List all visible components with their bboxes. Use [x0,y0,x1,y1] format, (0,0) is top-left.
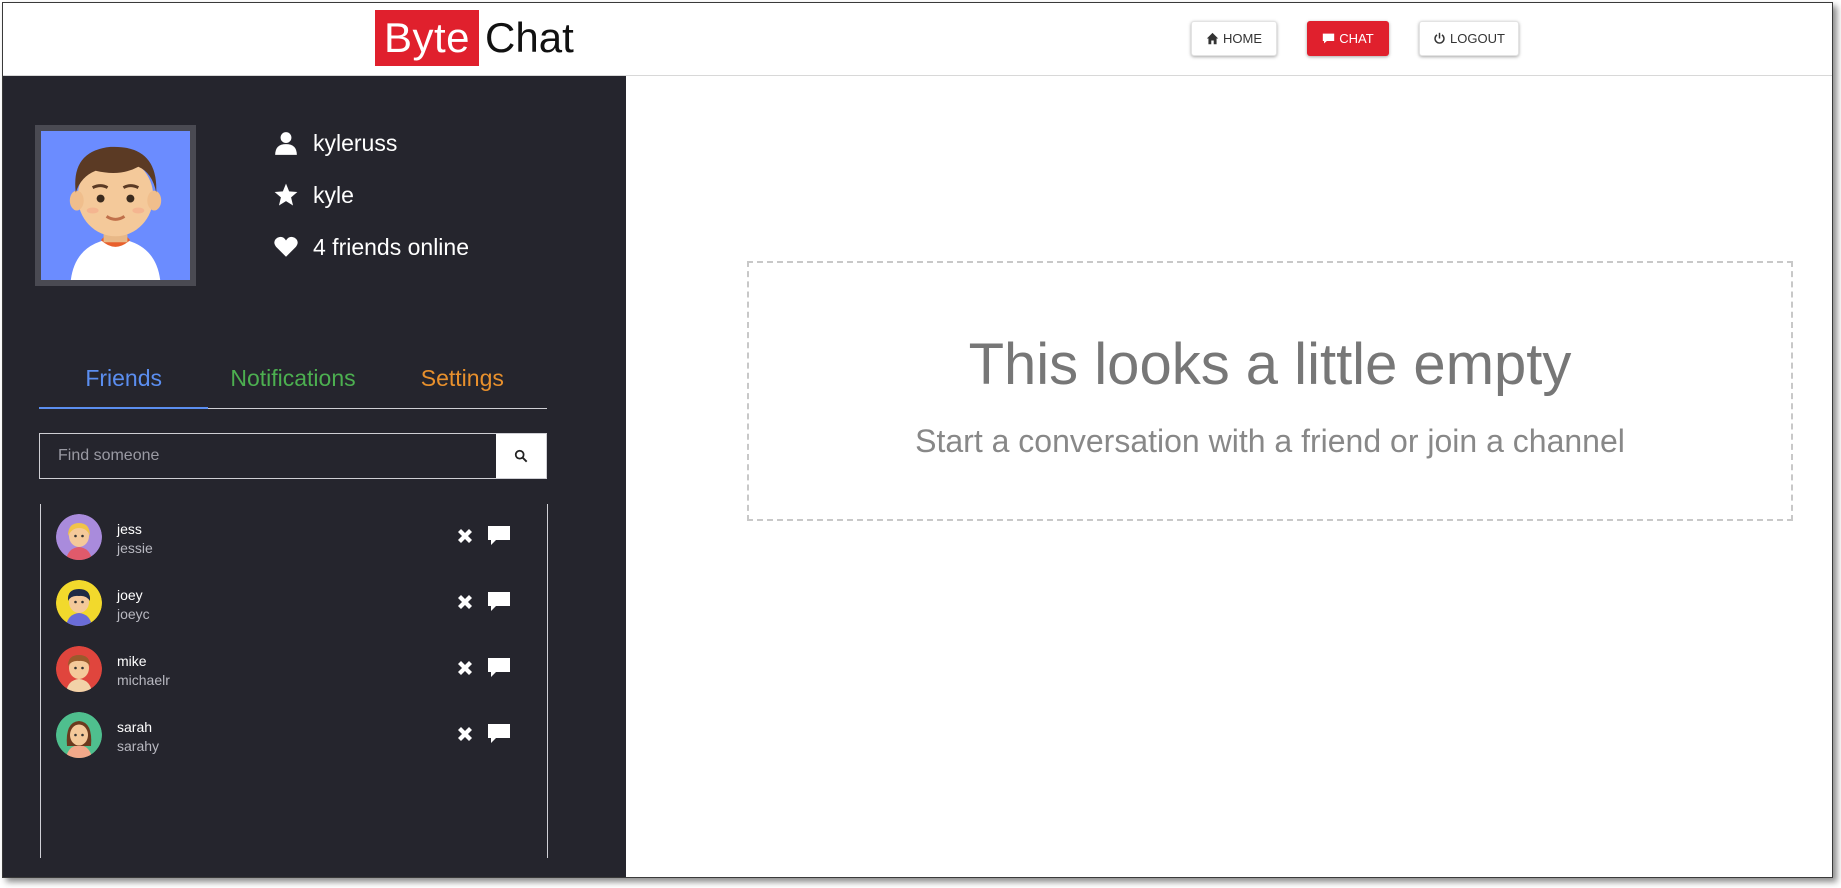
profile-username-row: kyleruss [271,128,397,158]
logo-byte: Byte [375,10,480,66]
remove-friend-icon[interactable] [455,658,475,678]
remove-friend-icon[interactable] [455,592,475,612]
logout-button[interactable]: LOGOUT [1419,21,1519,56]
friend-search [39,433,547,479]
friend-username: michaelr [117,672,170,688]
search-button[interactable] [496,434,546,478]
star-icon [271,180,301,210]
friend-name: jess [117,521,142,537]
profile-displayname: kyle [313,181,354,208]
search-input[interactable] [40,434,496,478]
tab-settings[interactable]: Settings [378,348,547,408]
empty-state-panel: This looks a little empty Start a conver… [747,261,1793,521]
home-button[interactable]: HOME [1191,21,1277,56]
chat-icon [1323,33,1335,44]
list-item[interactable]: jess jessie [41,507,547,567]
list-item[interactable]: joey joeyc [41,573,547,633]
power-icon [1434,32,1445,44]
chat-label: CHAT [1339,31,1374,46]
list-item[interactable]: sarah sarahy [41,705,547,765]
logo-chat: Chat [485,14,574,61]
bytechat-logo[interactable]: Byte Chat [375,10,574,66]
message-friend-icon[interactable] [487,657,511,679]
heart-icon [271,232,301,262]
remove-friend-icon[interactable] [455,724,475,744]
friend-name: joey [117,587,143,603]
remove-friend-icon[interactable] [455,526,475,546]
friends-list: jess jessie joey joeyc mike michaelr sar… [40,504,548,858]
profile-online-row: 4 friends online [271,232,469,262]
friend-name: mike [117,653,147,669]
message-friend-icon[interactable] [487,525,511,547]
top-navbar: Byte Chat HOME CHAT LOGOUT [3,3,1832,76]
avatar[interactable] [56,646,102,692]
sidebar-tabs: Friends Notifications Settings [39,348,547,409]
friend-username: joeyc [117,606,150,622]
avatar[interactable] [56,514,102,560]
friend-name: sarah [117,719,153,735]
online-count: 4 friends online [313,233,469,260]
chat-button[interactable]: CHAT [1307,21,1389,56]
profile-avatar[interactable] [35,125,196,286]
profile-username: kyleruss [313,129,398,156]
user-icon [271,128,301,158]
friend-username: jessie [117,540,153,556]
empty-state-title: This looks a little empty [968,332,1572,397]
logout-label: LOGOUT [1450,31,1505,46]
message-friend-icon[interactable] [487,591,511,613]
sidebar: kyleruss kyle 4 friends online Friends N… [3,76,626,877]
boy-avatar-illustration [41,131,190,280]
list-item[interactable]: mike michaelr [41,639,547,699]
message-friend-icon[interactable] [487,723,511,745]
home-label: HOME [1223,31,1262,46]
empty-state-subtitle: Start a conversation with a friend or jo… [915,423,1625,459]
home-icon [1206,32,1219,45]
search-icon [514,449,528,463]
app-window: Byte Chat HOME CHAT LOGOUT kyleruss kyle… [2,2,1833,878]
avatar[interactable] [56,580,102,626]
tab-friends[interactable]: Friends [39,348,209,409]
avatar[interactable] [56,712,102,758]
profile-displayname-row: kyle [271,180,354,210]
tab-notifications[interactable]: Notifications [208,348,377,408]
friend-username: sarahy [117,738,160,754]
